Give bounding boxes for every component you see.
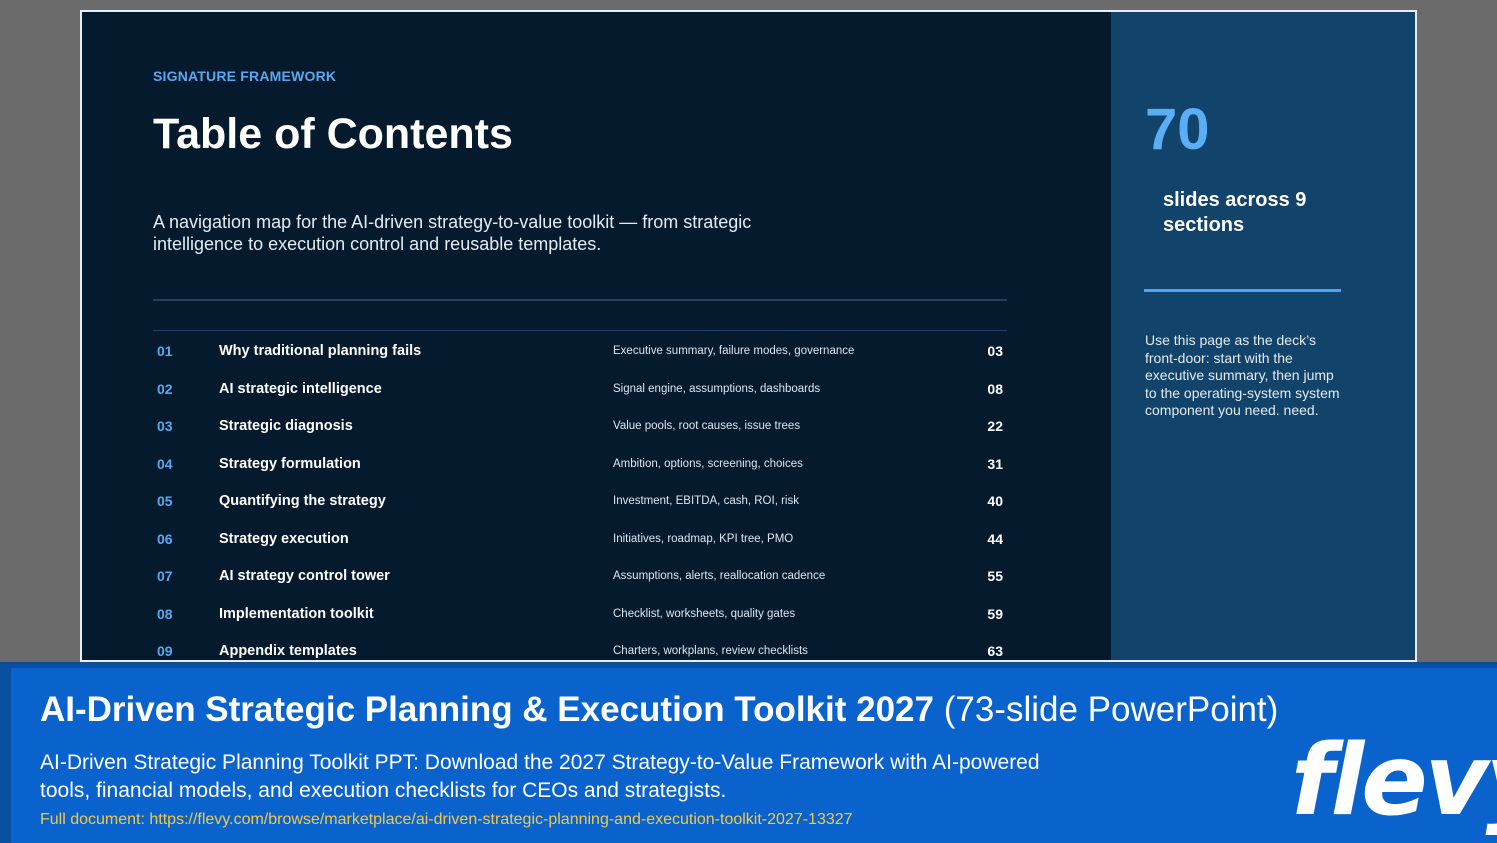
toc-section-name: AI strategic intelligence bbox=[219, 380, 382, 397]
toc-number: 06 bbox=[157, 530, 173, 547]
toc-description: Executive summary, failure modes, govern… bbox=[613, 345, 855, 357]
toc-description: Investment, EBITDA, cash, ROI, risk bbox=[613, 495, 799, 507]
toc-number: 01 bbox=[157, 343, 173, 359]
toc-section-name: Quantifying the strategy bbox=[219, 493, 386, 509]
toc-section-name: Implementation toolkit bbox=[219, 605, 374, 622]
banner-description: AI-Driven Strategic Planning Toolkit PPT… bbox=[40, 751, 1040, 802]
flevy-logo: flevy bbox=[1291, 724, 1497, 838]
banner-title-main: AI-Driven Strategic Planning & Execution… bbox=[40, 690, 934, 729]
banner-title-suffix: (73-slide PowerPoint) bbox=[934, 690, 1279, 729]
toc-row[interactable]: 01 Why traditional planning fails Executiv… bbox=[153, 332, 1007, 370]
toc-row[interactable]: 06 Strategy execution Initiatives, roadmap… bbox=[153, 520, 1007, 558]
main-panel: SIGNATURE FRAMEWORK Table of Contents A … bbox=[82, 12, 1111, 660]
toc-description: Assumptions, alerts, reallocation cadenc… bbox=[613, 570, 826, 582]
toc-page-number: 31 bbox=[987, 455, 1003, 472]
page-title: Table of Contents bbox=[153, 110, 513, 158]
toc-page-number: 03 bbox=[987, 343, 1003, 359]
toc-page-number: 08 bbox=[987, 380, 1003, 397]
toc-row[interactable]: 05 Quantifying the strategy Investment, EB… bbox=[153, 482, 1007, 520]
toc-number: 09 bbox=[157, 643, 173, 659]
sidebar-panel: 70 slides across 9 sections Use this pag… bbox=[1111, 12, 1415, 660]
toc-table: 01 Why traditional planning fails Executiv… bbox=[153, 332, 1007, 660]
toc-description: Value pools, root causes, issue trees bbox=[613, 420, 801, 432]
toc-section-name: Strategy execution bbox=[219, 530, 349, 547]
toc-section-name: Strategic diagnosis bbox=[219, 418, 353, 434]
slide-count: 70 bbox=[1145, 97, 1210, 162]
toc-row[interactable]: 07 AI strategy control tower Assumptions, … bbox=[153, 557, 1007, 595]
toc-section-name: Why traditional planning fails bbox=[219, 343, 422, 359]
toc-number: 05 bbox=[157, 493, 173, 509]
toc-number: 07 bbox=[157, 568, 173, 584]
toc-section-name: Strategy formulation bbox=[219, 455, 361, 472]
toc-page-number: 44 bbox=[987, 530, 1003, 547]
slide-count-label: slides across 9 sections bbox=[1163, 189, 1307, 236]
toc-page-number: 40 bbox=[987, 493, 1003, 509]
toc-number: 08 bbox=[157, 605, 173, 622]
intro-text: A navigation map for the AI-driven strat… bbox=[153, 212, 752, 254]
divider bbox=[153, 299, 1007, 301]
toc-number: 02 bbox=[157, 380, 173, 397]
toc-description: Signal engine, assumptions, dashboards bbox=[613, 382, 821, 395]
toc-row[interactable]: 03 Strategic diagnosis Value pools, root c… bbox=[153, 407, 1007, 445]
toc-description: Ambition, options, screening, choices bbox=[613, 457, 803, 470]
toc-number: 03 bbox=[157, 418, 173, 434]
sidebar-note: Use this page as the deck’s front-door: … bbox=[1145, 332, 1340, 418]
toc-page-number: 59 bbox=[987, 605, 1003, 622]
toc-row[interactable]: 02 AI strategic intelligence Signal engine… bbox=[153, 370, 1007, 408]
eyebrow: SIGNATURE FRAMEWORK bbox=[153, 68, 337, 84]
toc-number: 04 bbox=[157, 455, 173, 472]
table-top-rule bbox=[153, 330, 1007, 331]
toc-section-name: AI strategy control tower bbox=[219, 568, 390, 584]
toc-page-number: 63 bbox=[987, 643, 1003, 659]
toc-page-number: 55 bbox=[987, 568, 1003, 584]
toc-description: Charters, workplans, review checklists bbox=[613, 645, 808, 657]
toc-description: Checklist, worksheets, quality gates bbox=[613, 607, 796, 620]
promo-banner: AI-Driven Strategic Planning & Execution… bbox=[0, 662, 1497, 843]
toc-row[interactable]: 08 Implementation toolkit Checklist, works… bbox=[153, 595, 1007, 633]
toc-description: Initiatives, roadmap, KPI tree, PMO bbox=[613, 532, 794, 545]
sidebar-divider bbox=[1144, 289, 1341, 292]
toc-row[interactable]: 09 Appendix templates Charters, workplans,… bbox=[153, 632, 1007, 660]
document-link[interactable]: Full document: https://flevy.com/browse/… bbox=[40, 811, 853, 829]
toc-page-number: 22 bbox=[987, 418, 1003, 434]
slide: SIGNATURE FRAMEWORK Table of Contents A … bbox=[80, 10, 1417, 662]
banner-title: AI-Driven Strategic Planning & Execution… bbox=[40, 690, 1278, 730]
toc-row[interactable]: 04 Strategy formulation Ambition, options,… bbox=[153, 445, 1007, 483]
toc-section-name: Appendix templates bbox=[219, 643, 357, 659]
